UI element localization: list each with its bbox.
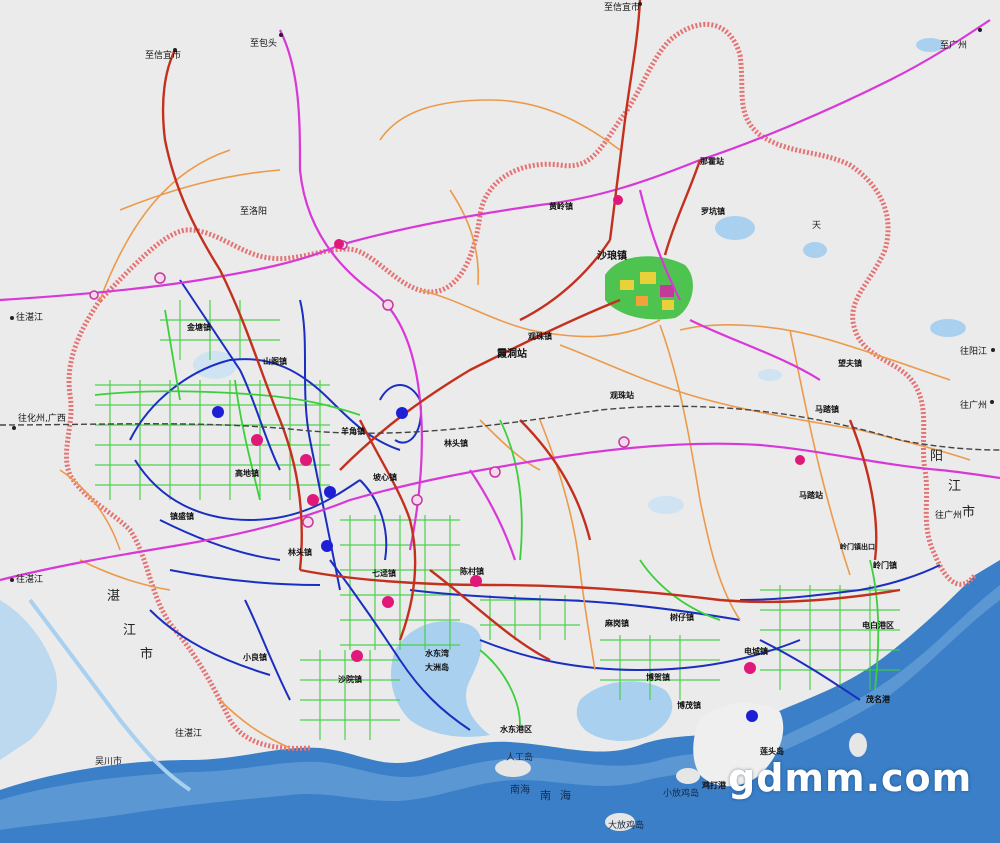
town-label-31: 鸡打港 (702, 781, 726, 790)
town-label-24: 水东港区 (500, 725, 532, 734)
town-label-2: 罗坑镇 (701, 207, 725, 216)
town-label-5: 观珠镇 (528, 332, 552, 341)
town-label-22: 小良镇 (243, 653, 267, 662)
label-tian: 天 (812, 221, 822, 231)
label-yangjiang-shi: 市 (962, 505, 976, 520)
town-label-36: 南海 (510, 785, 530, 796)
label-to-zhanjiang-s: 往湛江 (175, 729, 203, 739)
town-label-26: 大洲岛 (425, 663, 449, 672)
label-to-zhanjiang-sw: 往湛江 (16, 575, 44, 585)
label-to-xinyi-west: 至信宜市 (145, 51, 182, 61)
town-label-35: 沙院镇 (338, 675, 362, 684)
lake-northeast (930, 319, 966, 337)
label-wuchuan: 吴川市 (95, 757, 123, 767)
watermark-gdmm: gdmm.com (728, 756, 973, 800)
shalang-development-zone (605, 256, 693, 320)
town-label-7: 山阁镇 (263, 357, 287, 366)
town-label-29: 大放鸡岛 (608, 821, 645, 831)
label-to-luoyang: 至洛阳 (240, 207, 268, 217)
label-zhanjiang-shi: 市 (140, 647, 154, 662)
town-label-3: 沙琅镇 (597, 251, 627, 262)
label-zhanjiang-zhan: 湛 (107, 589, 121, 604)
town-label-32: 莲头岛 (760, 747, 784, 756)
label-to-guangzhou-se: 往广州 (935, 511, 963, 521)
label-zhanjiang-jiang: 江 (123, 623, 137, 638)
town-label-25: 水东湾 (425, 649, 449, 658)
town-label-17: 树仔镇 (670, 613, 694, 622)
label-yangjiang-jiang: 江 (948, 479, 962, 494)
label-to-baotou: 至包头 (250, 39, 278, 49)
label-to-guangzhou-ne: 至广州 (940, 41, 968, 51)
label-to-yangjiang: 往阳江 (960, 347, 988, 357)
island-east (849, 733, 867, 757)
town-label-9: 观珠站 (610, 391, 634, 400)
town-label-12: 电城镇 (744, 647, 768, 656)
town-label-19: 陈村镇 (460, 567, 484, 576)
town-label-20: 七迳镇 (372, 569, 396, 578)
town-label-21: 林头镇 (288, 548, 312, 557)
sea-label-hai: 海 (560, 789, 571, 802)
town-label-4: 霞洞站 (497, 349, 527, 360)
label-to-xinyi-north: 至信宜市 (604, 3, 641, 13)
lake-mid-east (758, 369, 782, 381)
label-to-zhanjiang-w: 往湛江 (16, 313, 44, 323)
city-road-network-map: 至信宜市 至信宜市 至包头 至广州 至洛阳 往湛江 往化州,广西 往阳江 往广州… (0, 0, 1000, 843)
town-label-13: 马踏镇 (815, 405, 839, 414)
town-label-6: 金塘镇 (187, 323, 211, 332)
town-label-34: 高地镇 (235, 469, 259, 478)
town-label-10: 林头镇 (444, 439, 468, 448)
town-label-0: 那霍站 (700, 157, 724, 166)
town-label-15: 岭门镇 (873, 561, 897, 570)
town-label-23: 电白港区 (862, 621, 894, 630)
town-label-27: 人工岛 (506, 753, 534, 763)
label-to-huazhou: 往化州,广西 (18, 414, 66, 424)
town-label-33: 茂名港 (866, 695, 890, 704)
island-xiaofangji (676, 768, 700, 784)
town-label-11: 坡心镇 (373, 473, 397, 482)
town-label-18: 博贺镇 (646, 673, 670, 682)
town-label-38: 望夫镇 (838, 359, 862, 368)
map-canvas (0, 0, 1000, 843)
town-label-14: 马踏站 (799, 491, 823, 500)
lake-east (803, 242, 827, 258)
lake-central (648, 496, 684, 514)
sea-label-nan: 南 (540, 789, 551, 802)
label-to-guangzhou-e: 往广州 (960, 401, 988, 411)
label-yangjiang-yang: 阳 (930, 449, 944, 464)
town-label-37: 镇盛镇 (170, 512, 194, 521)
lake-luokeng (715, 216, 755, 240)
town-label-30: 小放鸡岛 (663, 789, 700, 799)
town-label-1: 黄岭镇 (549, 202, 573, 211)
town-label-8: 羊角镇 (341, 427, 365, 436)
town-label-28: 博茂镇 (677, 701, 701, 710)
town-label-16: 麻岗镇 (605, 619, 629, 628)
town-label-39: 岭门镇出口 (840, 543, 875, 551)
